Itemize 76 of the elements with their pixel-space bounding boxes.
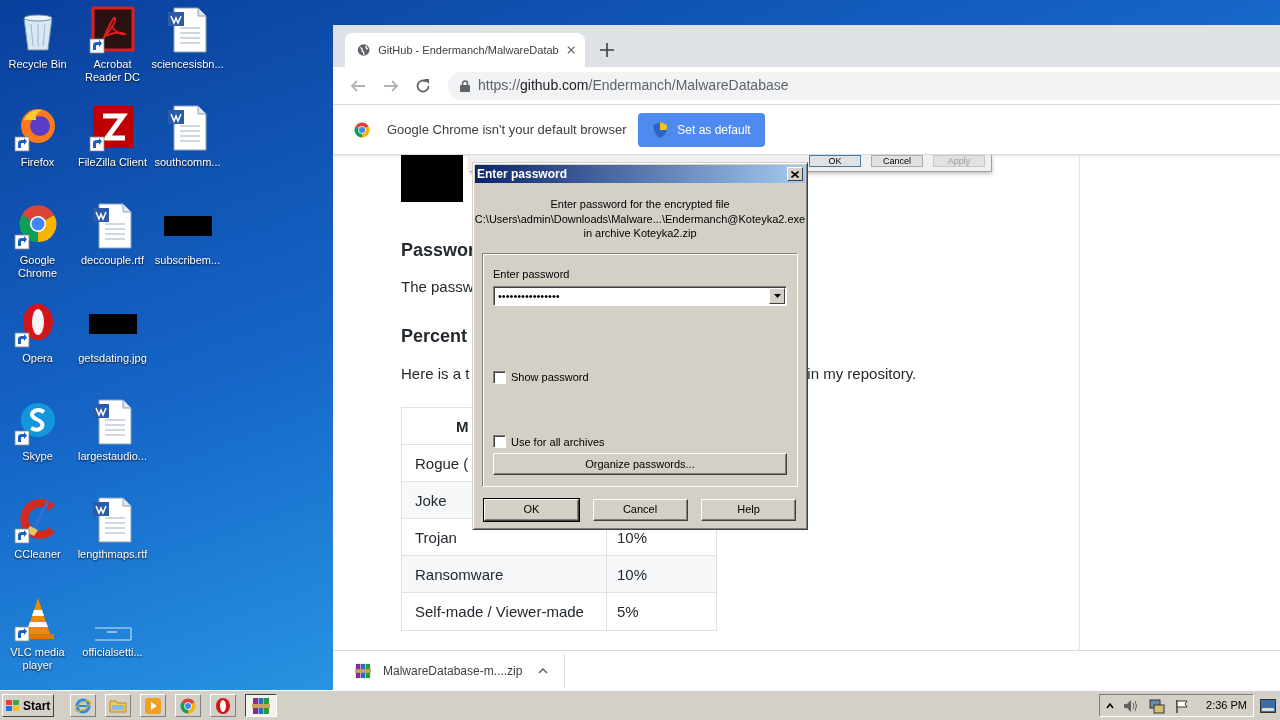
infobar-message: Google Chrome isn't your default browser [387, 120, 627, 139]
tab-title: GitHub - Endermanch/MalwareDatab [378, 42, 559, 58]
close-icon [791, 170, 799, 178]
taskbar-button[interactable] [245, 694, 277, 717]
chrome-icon [353, 120, 371, 139]
window-title: Enter password [477, 166, 568, 183]
redacted-image [401, 155, 463, 202]
desktop-icon-label: southcomm... [153, 156, 222, 169]
chevron-up-icon[interactable] [1106, 701, 1115, 710]
desktop-icon-label: Opera [21, 352, 54, 365]
pdf-app-icon[interactable] [88, 6, 137, 54]
desktop-icon-label: FileZilla Client [76, 156, 149, 169]
desktop-icon-label: Skype [21, 450, 54, 463]
desktop-icon-label: officialsetti... [81, 646, 144, 659]
browser-e-icon [74, 696, 92, 715]
table-cell-text: 10% [616, 565, 648, 585]
section-heading: Passwor [401, 239, 476, 262]
reload-icon[interactable] [415, 77, 431, 94]
caret-up-icon[interactable] [538, 667, 549, 674]
network-icon[interactable] [1148, 697, 1167, 714]
desktop-icon-label: deccouple.rtf [80, 254, 145, 267]
desktop-icon-label: Acrobat Reader DC [84, 58, 141, 84]
table-cell: Self-made / Viewer-made [402, 593, 607, 630]
clock[interactable]: 2:36 PM [1206, 697, 1247, 714]
section-heading: Percent [401, 325, 468, 348]
paragraph-text: in my repository. [807, 364, 917, 384]
organize-passwords-button[interactable]: Organize passwords... [493, 453, 787, 475]
desktop-icon-label: lengthmaps.rtf [76, 548, 149, 561]
desktop-icon-label: subscribem... [153, 254, 222, 267]
dialog-button[interactable]: Cancel [592, 498, 688, 521]
globe-icon [357, 42, 371, 58]
window-button[interactable]: OK [809, 155, 861, 167]
paragraph-text: The passw [401, 277, 474, 297]
paragraph-text: Here is a t [401, 364, 470, 384]
shield-icon [653, 121, 668, 138]
archive-books-icon [252, 696, 270, 715]
dialog-button[interactable]: OK [484, 498, 579, 521]
close-icon[interactable] [566, 45, 575, 55]
windows-flag-icon [5, 698, 21, 713]
url-text: https://github.com/Endermanch/MalwareDatabase [478, 76, 789, 95]
desktop-icon-label: Recycle Bin [7, 58, 68, 71]
dialog-message: Enter password for the encrypted file [550, 197, 730, 212]
password-field[interactable]: •••••••••••••••• [493, 286, 787, 306]
browser-tab[interactable]: GitHub - Endermanch/MalwareDatab [345, 33, 585, 67]
dropdown-arrow-icon[interactable] [773, 294, 781, 298]
archive-books-icon [355, 662, 371, 679]
lock-icon [460, 79, 470, 92]
chrome-icon [179, 696, 197, 715]
desktop-icon-label: CCleaner [13, 548, 62, 561]
dialog-message: C:\Users\admin\Downloads\Malware...\Endermanch@Koteyka2.exe [474, 211, 806, 226]
desktop-icon-label: VLC media player [9, 646, 66, 672]
dialog-message: in archive Koteyka2.zip [583, 226, 697, 241]
new-tab-icon[interactable] [600, 43, 614, 57]
show-desktop-icon[interactable] [1260, 698, 1276, 713]
field-label: Enter password [493, 266, 571, 282]
speaker-icon[interactable] [1123, 698, 1140, 713]
address-bar[interactable]: https://github.com/Endermanch/MalwareDatabase [448, 71, 1280, 100]
window-button[interactable]: Cancel [871, 155, 923, 167]
checkbox[interactable] [493, 370, 506, 384]
dialog-button[interactable]: Help [701, 498, 796, 521]
desktop-icon-label: Google Chrome [16, 254, 59, 280]
table-cell-text: 5% [616, 602, 639, 622]
desktop-icon-label: sciencesisbn... [150, 58, 225, 71]
table-cell: Ransomware [402, 556, 607, 592]
download-filename[interactable]: MalwareDatabase-m....zip [383, 661, 523, 680]
desktop-icon-label: largestaudio... [76, 450, 149, 463]
flag-icon[interactable] [1175, 698, 1190, 713]
checkbox-label: Show password [511, 370, 589, 385]
table-cell-text: 10% [616, 528, 648, 548]
desktop-icon-label: Firefox [19, 156, 56, 169]
start-button[interactable]: Start [2, 694, 54, 717]
checkbox[interactable] [493, 435, 506, 449]
opera-icon [214, 696, 232, 715]
close-button[interactable] [787, 167, 803, 181]
play-icon [144, 696, 162, 715]
desktop-icon-label: getsdating.jpg [77, 352, 148, 365]
